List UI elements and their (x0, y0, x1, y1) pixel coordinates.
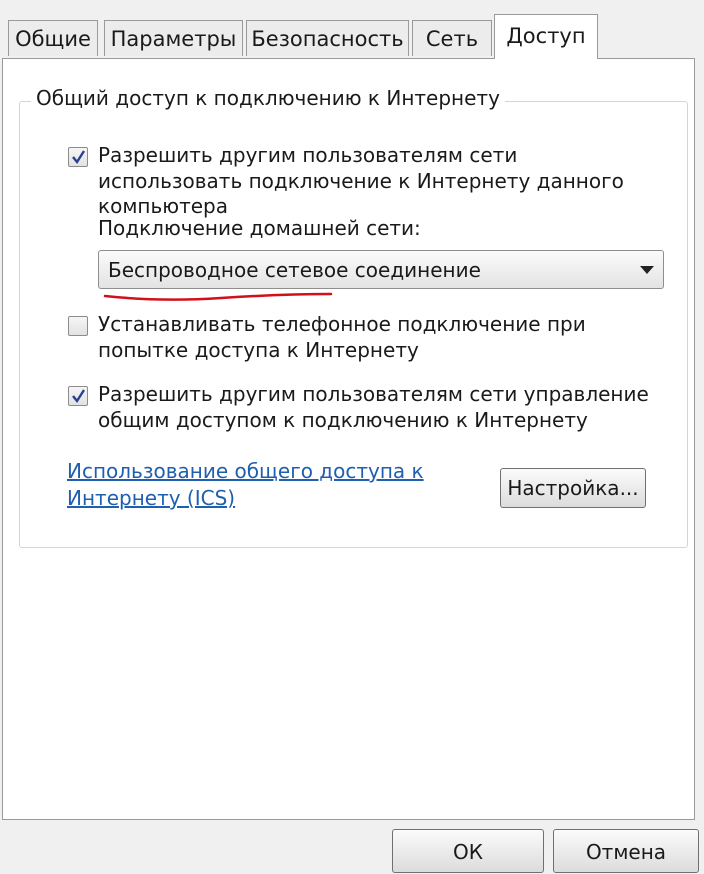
allow-sharing-label-line3: компьютера (98, 194, 229, 218)
dial-on-demand-checkbox[interactable] (68, 316, 88, 336)
allow-control-label-line1: Разрешить другим пользователям сети упра… (98, 382, 649, 406)
ics-help-link-line2[interactable]: Интернету (ICS) (67, 486, 235, 510)
tab-network[interactable]: Сеть (412, 20, 492, 56)
tab-security[interactable]: Безопасность (246, 20, 409, 56)
tab-parameters[interactable]: Параметры (104, 20, 243, 56)
red-annotation-underline (103, 292, 333, 301)
home-network-label: Подключение домашней сети: (98, 216, 421, 240)
tab-general[interactable]: Общие (8, 20, 98, 56)
tab-sharing[interactable]: Доступ (494, 14, 598, 59)
home-network-select[interactable]: Беспроводное сетевое соединение (98, 250, 664, 289)
groupbox-title: Общий доступ к подключению к Интернету (31, 86, 505, 110)
dropdown-arrow-icon (640, 266, 654, 274)
ics-help-link-line1[interactable]: Использование общего доступа к (67, 459, 424, 483)
allow-sharing-label-line1: Разрешить другим пользователям сети (98, 143, 518, 167)
allow-sharing-label-line2: использовать подключение к Интернету дан… (98, 169, 624, 193)
checkmark-icon (72, 389, 86, 404)
cancel-button[interactable]: Отмена (553, 829, 699, 873)
home-network-selected-value: Беспроводное сетевое соединение (108, 258, 481, 282)
tab-bar: Общие Параметры Безопасность Сеть Доступ (0, 0, 704, 59)
allow-control-checkbox[interactable] (68, 386, 88, 406)
settings-button[interactable]: Настройка... (500, 468, 646, 508)
dial-on-demand-label-line1: Устанавливать телефонное подключение при (98, 312, 586, 336)
allow-control-label-line2: общим доступом к подключению к Интернету (98, 408, 588, 432)
sharing-panel: Общий доступ к подключению к Интернету Р… (2, 58, 695, 820)
checkmark-icon (72, 150, 86, 165)
ok-button[interactable]: ОК (392, 829, 544, 873)
allow-sharing-checkbox[interactable] (68, 147, 88, 167)
dial-on-demand-label-line2: попытке доступа к Интернету (98, 338, 419, 362)
